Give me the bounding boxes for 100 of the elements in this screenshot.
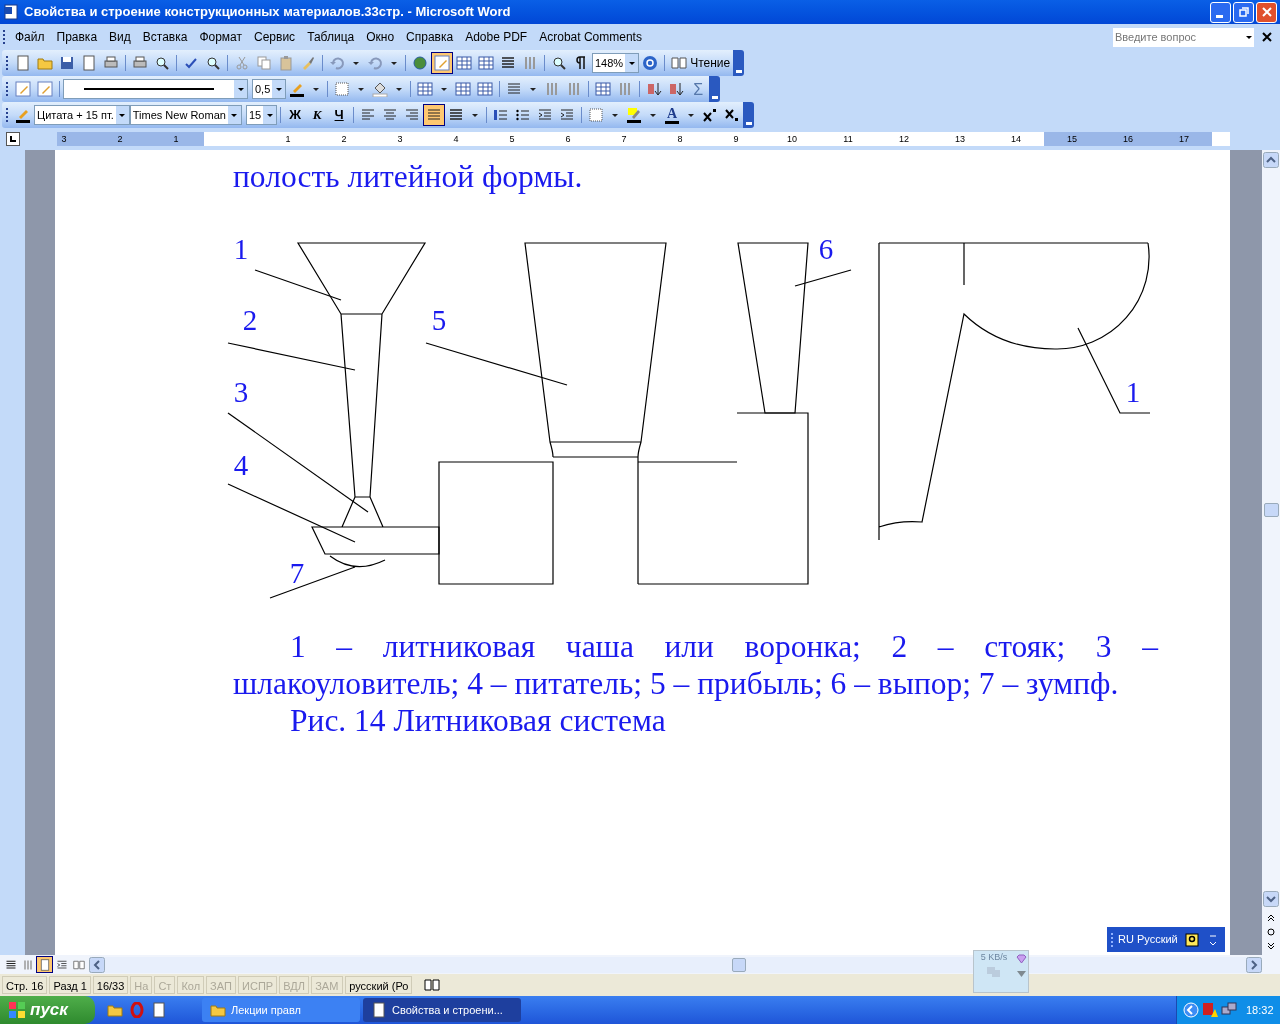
indent-icon	[559, 107, 576, 123]
menu-item[interactable]: Формат	[193, 28, 249, 46]
language-bar[interactable]: RU Русский	[1107, 927, 1225, 952]
computers-icon	[986, 964, 1002, 979]
window-title: Свойства и строение конструкционных материалов.33стр. - Microsoft Word	[24, 3, 512, 22]
menu-item[interactable]: Adobe PDF	[459, 28, 534, 46]
scissors-icon	[234, 55, 250, 71]
style-combo[interactable]: Цитата + 15 пт.	[34, 105, 130, 125]
font-color-button[interactable]: A	[661, 104, 684, 126]
numlist-icon	[493, 107, 510, 123]
arrow-icon	[329, 55, 345, 71]
toolbar-options-button[interactable]	[733, 50, 745, 76]
restore-button[interactable]	[1233, 1, 1254, 23]
status-field: ИСПР	[238, 976, 278, 994]
page-icon[interactable]	[151, 1002, 167, 1018]
previous-page-icon[interactable]	[1266, 913, 1276, 923]
magnifier-icon	[154, 55, 170, 71]
menu-item[interactable]: Справка	[400, 28, 460, 46]
network-icon[interactable]	[1221, 1002, 1237, 1018]
ruler-number: 8	[677, 134, 683, 144]
speed-reading: 5 KB/s	[980, 951, 1008, 964]
table-icon	[595, 81, 612, 97]
next-page-icon[interactable]	[1266, 941, 1276, 951]
aligncenter-icon	[382, 107, 399, 123]
figure-label: 6	[818, 233, 834, 265]
close-button[interactable]	[1256, 1, 1277, 23]
ruler-number: 2	[117, 134, 123, 144]
pencil-button[interactable]	[431, 52, 453, 74]
status-field: На	[130, 976, 153, 994]
page-icon	[38, 958, 51, 971]
pencil-icon	[15, 81, 31, 97]
ruler-number: 7	[621, 134, 627, 144]
dropdown-arrow-icon	[118, 111, 127, 119]
view-button[interactable]	[36, 956, 53, 973]
line-style-combo[interactable]	[63, 79, 248, 99]
clock: 18:32	[1246, 1002, 1274, 1018]
chevron-icon[interactable]	[1183, 1002, 1199, 1018]
font-size-combo[interactable]: 15	[245, 105, 278, 125]
warning-icon[interactable]	[1202, 1002, 1218, 1018]
status-field: русский (Ро	[345, 976, 413, 994]
magnifier-icon	[205, 55, 221, 71]
table-icon	[456, 55, 472, 71]
scroll-down-icon[interactable]	[1263, 891, 1279, 907]
bullets-icon	[515, 107, 532, 123]
align-button[interactable]	[423, 104, 446, 126]
menu-item[interactable]: Файл	[9, 28, 51, 46]
help-search-field[interactable]: Введите вопрос	[1113, 27, 1244, 47]
ruler-number: 17	[1179, 134, 1189, 144]
dropdown-arrow-icon	[274, 85, 283, 93]
scroll-thumb[interactable]	[732, 957, 746, 972]
options-icon[interactable]	[1208, 932, 1217, 947]
scroll-right-icon[interactable]	[1246, 956, 1262, 973]
scroll-up-icon[interactable]	[1263, 152, 1279, 168]
toolbar-options-button[interactable]	[709, 76, 721, 102]
format-button[interactable]: К	[306, 104, 329, 126]
pencil-icon	[37, 81, 53, 97]
dropdown-icon[interactable]	[1015, 970, 1027, 978]
ruler[interactable]: 3 2 1 1 2 3 4 5 6 7 8 9 10 11 12 13 14 15 16 17	[57, 132, 1230, 146]
dropdown-arrow-icon	[265, 111, 274, 119]
menu-item[interactable]: Окно	[360, 28, 401, 46]
taskbar-button[interactable]: Свойства и строени...	[363, 998, 521, 1022]
figure-legend: 1 – литниковая чаша или воронка; 2 – стояк; 3 – шлакоуловитель; 4 – питатель; 5 – прибыль; 6 – выпор; 7 – зумпф.	[233, 628, 1158, 702]
folder-icon[interactable]	[107, 1002, 123, 1018]
printer-icon	[132, 55, 148, 71]
menu-item[interactable]: Сервис	[248, 28, 302, 46]
tab-selector-button[interactable]	[6, 132, 20, 146]
status-field: ЗАП	[206, 976, 237, 994]
reading-button[interactable]: Чтение	[668, 54, 734, 72]
font-combo[interactable]: Times New Roman	[129, 105, 242, 125]
menu-item[interactable]: Вид	[103, 28, 137, 46]
ruler-number: 2	[341, 134, 347, 144]
scroll-thumb[interactable]	[1263, 503, 1279, 517]
taskbar-button[interactable]: Лекции правл	[202, 998, 360, 1022]
sort-icon	[646, 81, 663, 97]
select-browse-object-icon[interactable]	[1266, 927, 1276, 937]
align-icon	[506, 81, 523, 97]
menu-item[interactable]: Acrobat Comments	[533, 28, 648, 46]
close-icon[interactable]	[1261, 31, 1273, 43]
start-button[interactable]: пуск	[0, 996, 95, 1024]
minimize-button[interactable]	[1210, 1, 1231, 23]
format-button[interactable]: Ж	[284, 104, 307, 126]
toolbar-options-button[interactable]	[743, 102, 755, 128]
arrow-icon	[367, 55, 383, 71]
menu-item[interactable]: Вставка	[136, 28, 194, 46]
format-button[interactable]: Ч	[328, 104, 351, 126]
page-icon	[15, 55, 31, 71]
dropdown-arrow-icon	[230, 111, 239, 119]
dropdown-arrow-icon	[236, 85, 245, 93]
vertical-scrollbar[interactable]	[1262, 150, 1280, 955]
spelling-book-icon	[424, 978, 441, 992]
menu-item[interactable]: Таблица	[301, 28, 361, 46]
line-weight-combo[interactable]: 0,5	[252, 79, 287, 99]
close-icon	[1260, 6, 1273, 18]
menu-item[interactable]: Правка	[50, 28, 104, 46]
ruler-number: 1	[285, 134, 291, 144]
scroll-left-icon[interactable]	[89, 956, 105, 973]
zoom-combo[interactable]: 148%	[592, 53, 640, 73]
columns-icon	[522, 55, 538, 71]
help-icon	[642, 55, 659, 71]
help-icon[interactable]	[1184, 932, 1199, 947]
